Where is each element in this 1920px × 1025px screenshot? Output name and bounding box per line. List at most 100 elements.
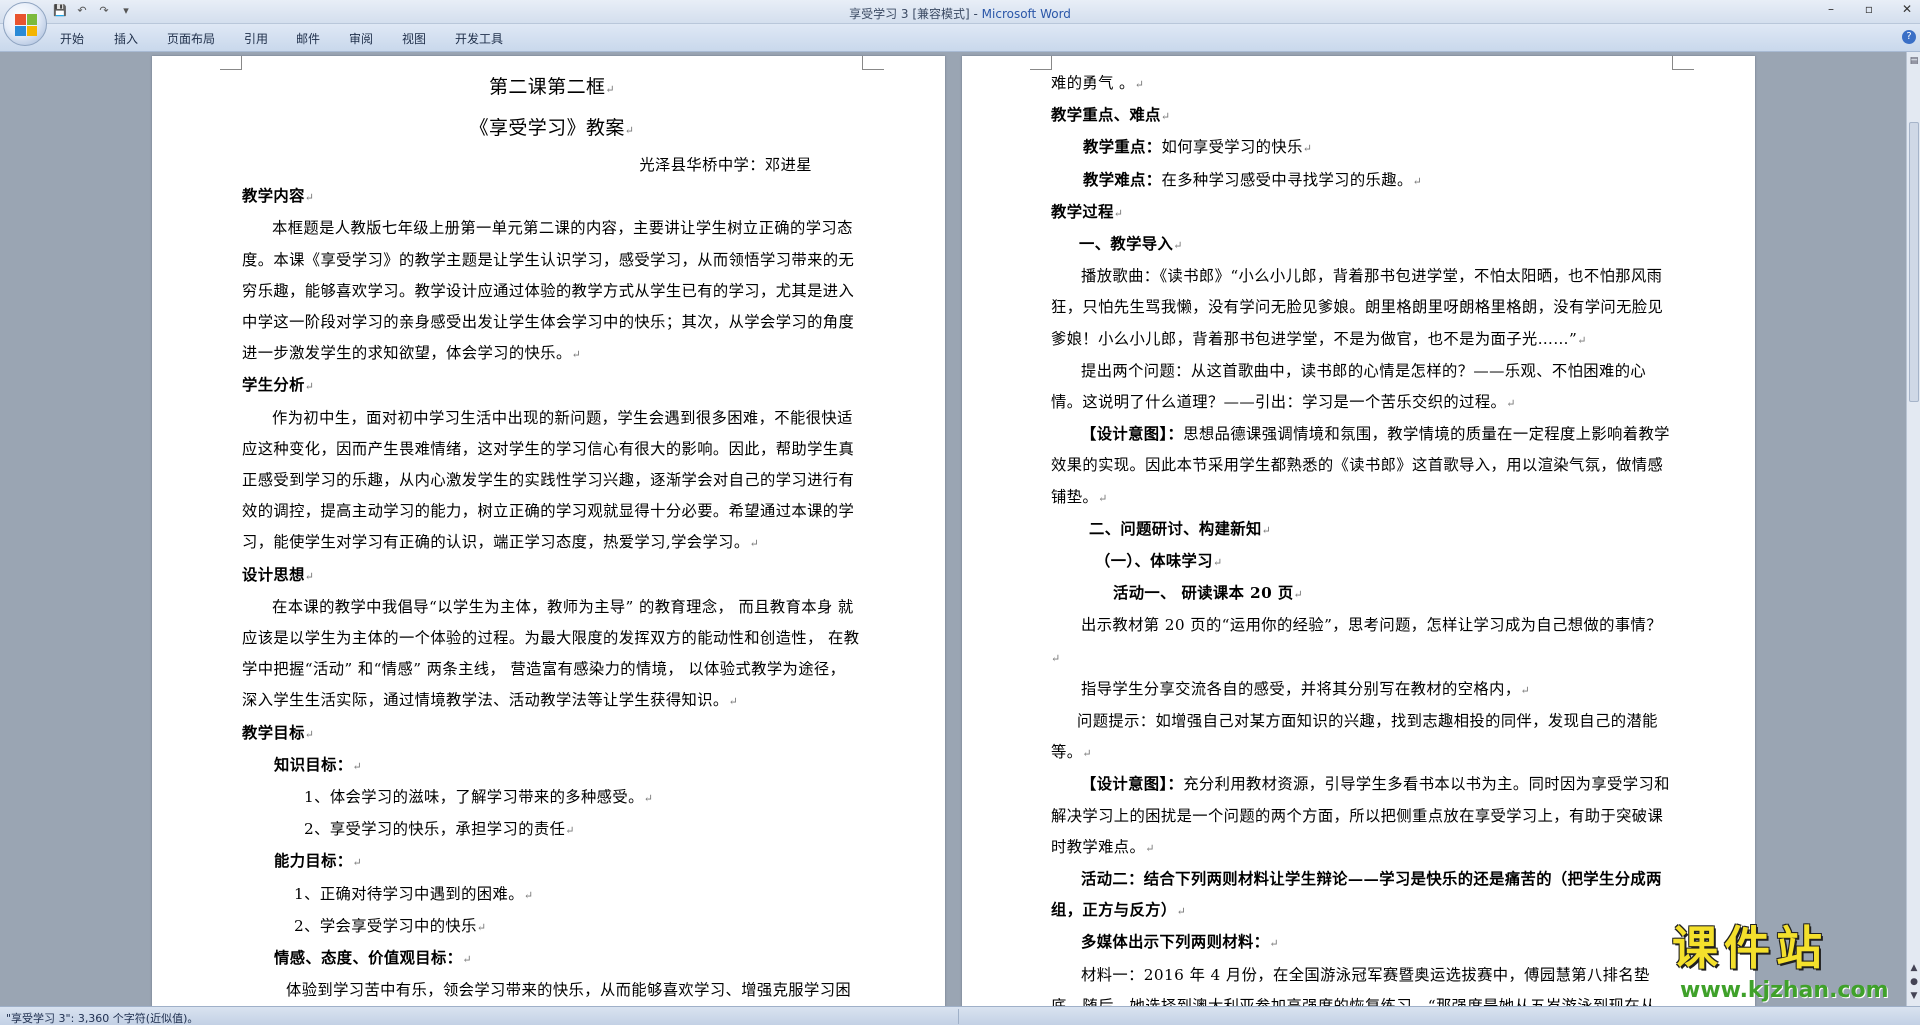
heading-subsection-text: （一）、体味学习 [1095, 552, 1213, 571]
heading-media: 多媒体出示下列两则材料：↵ [1051, 927, 1671, 959]
heading-section-two-text: 二、问题研讨、构建新知 [1089, 519, 1262, 538]
paragraph-mark-icon: ↵ [1113, 206, 1124, 220]
paragraph-mark-icon: ↵ [462, 953, 472, 967]
heading-goal: 教学目标↵ [242, 718, 862, 750]
page-2-text: 难的勇气 。↵ 教学重点、难点↵ 教学重点：如何享受学习的快乐↵ 教学难点：在多… [1051, 68, 1671, 1006]
heading-key-points: 教学重点、难点↵ [1051, 100, 1671, 132]
paragraph-activity-1-text: 出示教材第 20 页的“运用你的经验”，思考问题，怎样让学习成为自己想做的事情？ [1081, 616, 1662, 635]
next-page-icon[interactable]: ▼ [1908, 990, 1920, 1002]
paragraph-material: 材料一：2016 年 4 月份，在全国游泳冠军赛暨奥运选拔赛中，傅园慧第八排名垫… [1051, 960, 1671, 1006]
paragraph-mark-icon: ↵ [605, 83, 616, 96]
plan-title-text: 《享受学习》教案 [469, 117, 625, 139]
paragraph-mark-icon: ↵ [304, 380, 315, 394]
paragraph-mark-icon: ↵ [1269, 937, 1279, 951]
watermark-logo: 课件站 www.kjzhan.com [1672, 920, 1902, 1010]
heading-subsection: （一）、体味学习↵ [1051, 546, 1671, 578]
knowledge-item: 1、体会学习的滋味，了解学习带来的多种感受。↵ [242, 782, 862, 814]
heading-activity-2: 活动二：结合下列两则材料让学生辩论——学习是快乐的还是痛苦的（把学生分成两组，正… [1051, 864, 1671, 927]
heading-intro: 一、教学导入↵ [1051, 229, 1671, 261]
knowledge-item: 2、享受学习的快乐，承担学习的责任↵ [242, 814, 862, 846]
scrollbar-thumb[interactable] [1909, 122, 1919, 402]
paragraph-analysis: 作为初中生，面对初中学习生活中出现的新问题，学生会遇到很多困难，不能很快适应这种… [242, 403, 862, 560]
difficulty-line: 教学难点：在多种学习感受中寻找学习的乐趣。↵ [1051, 165, 1671, 197]
paragraph-mark-icon: ↵ [1506, 397, 1516, 411]
document-workspace: 第二课第二框↵ 《享受学习》教案↵ 光泽县华桥中学：邓进星 教学内容↵ 本框题是… [0, 52, 1906, 1006]
difficulty-label: 教学难点： [1083, 170, 1162, 189]
heading-content-text: 教学内容 [242, 187, 305, 206]
continued-line-text: 难的勇气 。 [1051, 74, 1135, 92]
tab-insert[interactable]: 插入 [114, 30, 138, 47]
ribbon-tab-bar: 开始 插入 页面布局 引用 邮件 审阅 视图 开发工具 ? [0, 24, 1920, 52]
tab-developer[interactable]: 开发工具 [455, 30, 503, 47]
paragraph-content-text: 本框题是人教版七年级上册第一单元第二课的内容，主要讲让学生树立正确的学习态度。本… [242, 219, 855, 363]
crop-mark [862, 56, 884, 70]
heading-analysis-text: 学生分析 [242, 376, 305, 395]
intent-label: 【设计意图】： [1081, 425, 1184, 444]
paragraph-mark-icon: ↵ [523, 888, 534, 902]
minimize-button[interactable]: – [1822, 2, 1840, 16]
vertical-scrollbar[interactable]: ▤ ▲ ● ▼ [1906, 52, 1920, 1006]
paragraph-intent-1: 【设计意图】：思想品德课强调情境和氛围，教学情境的质量在一定程度上影响着教学效果… [1051, 419, 1671, 514]
tab-review[interactable]: 审阅 [349, 30, 373, 47]
heading-goal-text: 教学目标 [242, 723, 305, 742]
paragraph-mark-icon: ↵ [749, 537, 760, 551]
window-controls: – ▫ ✕ [1822, 2, 1916, 16]
heading-emotion-text: 情感、态度、价值观目标： [274, 949, 463, 968]
previous-page-icon[interactable]: ▲ [1908, 962, 1920, 974]
key-point-label: 教学重点： [1083, 138, 1162, 157]
tab-page-layout[interactable]: 页面布局 [167, 30, 215, 47]
heading-process-text: 教学过程 [1051, 202, 1114, 221]
difficulty-text: 在多种学习感受中寻找学习的乐趣。 [1161, 170, 1413, 189]
paragraph-mark-icon: ↵ [352, 856, 363, 870]
heading-media-text: 多媒体出示下列两则材料： [1081, 933, 1270, 952]
heading-intro-text: 一、教学导入 [1079, 235, 1174, 254]
paragraph-mark-icon: ↵ [476, 920, 487, 934]
ruler-toggle-icon[interactable]: ▤ [1908, 56, 1920, 66]
key-point-line: 教学重点：如何享受学习的快乐↵ [1051, 132, 1671, 164]
heading-knowledge-text: 知识目标： [274, 755, 353, 774]
paragraph-song-text: 播放歌曲：《读书郎》“小么小儿郎，背着那书包进学堂，不怕太阳晒，也不怕那风雨狂，… [1051, 267, 1664, 348]
paragraph-guide: 指导学生分享交流各自的感受，并将其分别写在教材的空格内，↵ [1051, 674, 1671, 706]
close-button[interactable]: ✕ [1898, 2, 1916, 16]
heading-process: 教学过程↵ [1051, 197, 1671, 229]
key-point-text: 如何享受学习的快乐 [1161, 138, 1303, 157]
heading-activity-2-text: 活动二：结合下列两则材料让学生辩论——学习是快乐的还是痛苦的（把学生分成两组，正… [1051, 870, 1662, 920]
crop-mark [1672, 56, 1694, 70]
paragraph-mark-icon: ↵ [1173, 239, 1183, 253]
help-icon[interactable]: ? [1902, 30, 1916, 44]
office-logo-icon [15, 14, 37, 36]
office-button[interactable] [3, 2, 47, 46]
paragraph-mark-icon: ↵ [1412, 174, 1423, 188]
paragraph-mark-icon: ↵ [624, 124, 635, 137]
watermark-text: 课件站 [1672, 921, 1828, 975]
watermark-url: www.kjzhan.com [1680, 978, 1889, 1003]
paragraph-question: 提出两个问题：从这首歌曲中，读书郎的心情是怎样的？——乐观、不怕困难的心情。这说… [1051, 356, 1671, 419]
continued-line: 难的勇气 。↵ [1051, 68, 1671, 100]
paragraph-emotion: 体验到学习苦中有乐，领会学习带来的快乐，从而能够喜欢学习、增强克服学习困 [286, 981, 852, 1000]
tab-mailings[interactable]: 邮件 [296, 30, 320, 47]
author-line: 光泽县华桥中学：邓进星 [639, 156, 812, 174]
paragraph-mark-icon: ↵ [1160, 110, 1171, 124]
paragraph-activity-1: 出示教材第 20 页的“运用你的经验”，思考问题，怎样让学习成为自己想做的事情？… [1051, 610, 1671, 673]
tab-home[interactable]: 开始 [60, 30, 84, 47]
restore-button[interactable]: ▫ [1860, 2, 1878, 16]
paragraph-mark-icon: ↵ [1082, 747, 1093, 761]
paragraph-hint: 问题提示：如增强自己对某方面知识的兴趣，找到志趣相投的同伴，发现自己的潜能等。↵ [1051, 706, 1671, 769]
heading-section-two: 二、问题研讨、构建新知↵ [1051, 514, 1671, 546]
paragraph-mark-icon: ↵ [304, 191, 315, 205]
document-page-1[interactable]: 第二课第二框↵ 《享受学习》教案↵ 光泽县华桥中学：邓进星 教学内容↵ 本框题是… [152, 56, 945, 1006]
document-page-2[interactable]: 难的勇气 。↵ 教学重点、难点↵ 教学重点：如何享受学习的快乐↵ 教学难点：在多… [962, 56, 1755, 1006]
window-title: 享受学习 3 [兼容模式] - Microsoft Word [0, 5, 1920, 22]
paragraph-mark-icon: ↵ [1577, 333, 1587, 347]
paragraph-hint-text: 问题提示：如增强自己对某方面知识的兴趣，找到志趣相投的同伴，发现自己的潜能等。 [1051, 712, 1658, 762]
crop-mark [1030, 56, 1052, 70]
tab-view[interactable]: 视图 [402, 30, 426, 47]
tab-references[interactable]: 引用 [244, 30, 268, 47]
word-count-status[interactable]: "享受学习 3": 3,360 个字符(近似值)。 [6, 1010, 198, 1025]
paragraph-guide-text: 指导学生分享交流各自的感受，并将其分别写在教材的空格内， [1081, 679, 1521, 698]
heading-design: 设计思想↵ [242, 560, 862, 592]
knowledge-item-text: 2、享受学习的快乐，承担学习的责任 [304, 820, 566, 839]
heading-content: 教学内容↵ [242, 181, 862, 213]
heading-activity-1-text: 活动一、 研读课本 20 页 [1113, 584, 1294, 603]
browse-object-icon[interactable]: ● [1908, 976, 1920, 988]
